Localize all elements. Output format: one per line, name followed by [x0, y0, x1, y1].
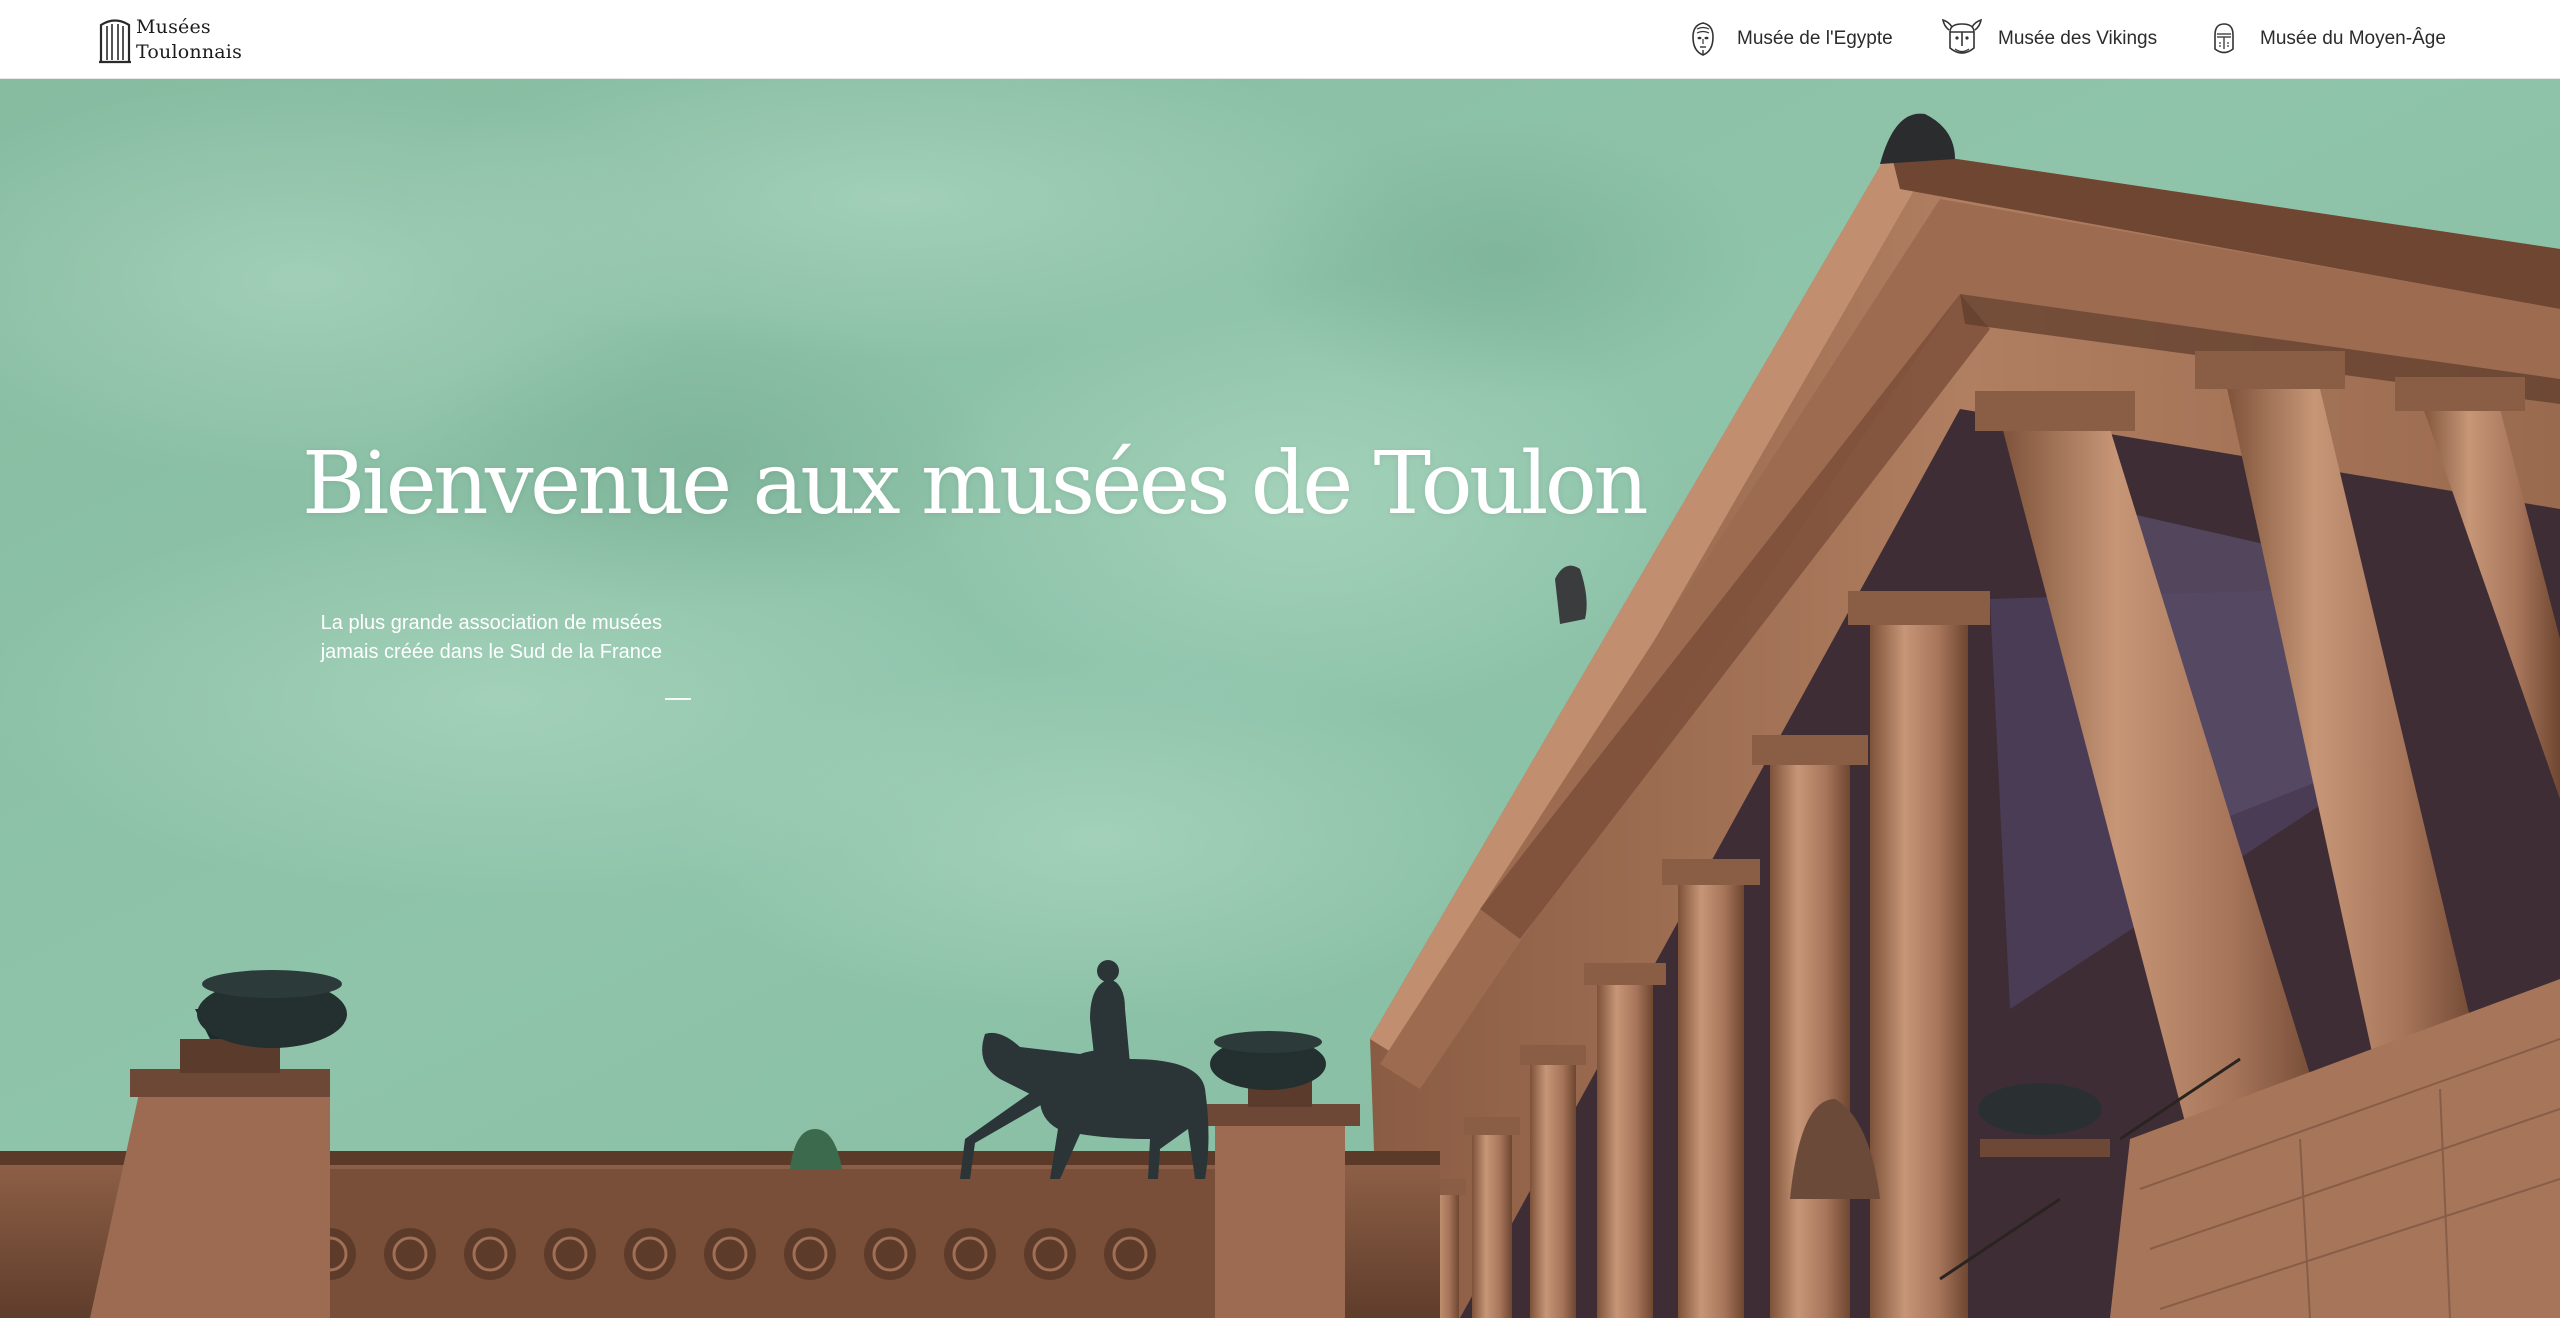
columns-logo-icon: [99, 19, 131, 64]
nav-label-vikings: Musée des Vikings: [1998, 28, 2158, 49]
brand-name-line1: Musées: [136, 16, 211, 38]
hero-subtitle-line1: La plus grande association de musées: [320, 612, 662, 634]
brand-name: Musées Toulonnais: [136, 15, 242, 65]
knight-helmet-icon: [2214, 23, 2234, 54]
nav-link-egypte[interactable]: Musée de l'Egypte: [1689, 16, 1893, 62]
nav-link-moyen-age[interactable]: Musée du Moyen-Âge: [2210, 16, 2446, 62]
site-header: Musées Toulonnais Musée de l'Egypte Musé…: [0, 0, 2560, 79]
hero-background-image: [0, 79, 2560, 1318]
nav-label-egypte: Musée de l'Egypte: [1737, 28, 1893, 49]
hero-decorative-dash: [665, 698, 691, 700]
egyptian-mask-icon: [1692, 22, 1714, 56]
site-logo[interactable]: Musées Toulonnais: [98, 14, 242, 66]
hero-section: Bienvenue aux musées de Toulon La plus g…: [0, 79, 2560, 1318]
nav-label-moyen-age: Musée du Moyen-Âge: [2260, 28, 2446, 49]
hero-subtitle: La plus grande association de musées jam…: [302, 609, 662, 667]
hero-subtitle-line2: jamais créée dans le Sud de la France: [320, 641, 662, 663]
viking-helmet-icon: [1941, 18, 1983, 54]
hero-title: Bienvenue aux musées de Toulon: [302, 434, 1649, 534]
brand-name-line2: Toulonnais: [136, 41, 243, 63]
nav-link-vikings[interactable]: Musée des Vikings: [1940, 16, 2157, 62]
